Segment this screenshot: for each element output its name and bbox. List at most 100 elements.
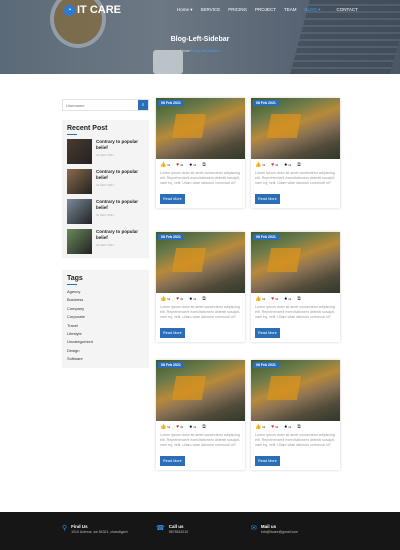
post-date-badge: 08 Feb 2021: [158, 100, 184, 106]
tag-link[interactable]: Agency: [67, 289, 144, 297]
thumbs-up-icon: 👍: [160, 424, 167, 430]
search-button[interactable]: ⌕: [138, 100, 148, 110]
recent-post-title[interactable]: Contrary to popular belief: [96, 199, 144, 211]
like-stat[interactable]: 👍 1k: [255, 162, 265, 168]
nav-team[interactable]: TEAM: [284, 7, 297, 13]
footer-value: 1010 Avenue, sw 54321, chandigarh: [71, 530, 128, 534]
post-stats: 👍 1k ♥ 3k ● 1k ⧉: [251, 293, 340, 305]
post-stats: 👍 1k ♥ 3k ● 1k ⧉: [251, 159, 340, 171]
comment-stat[interactable]: ● 1k: [284, 162, 291, 168]
breadcrumb: Home / Blog-Left-Sidebar: [0, 49, 400, 53]
recent-post-item[interactable]: Contrary to popular belief 01 DEC 2021: [67, 139, 144, 165]
blog-post-card: 08 Feb 2021 👍 1k ♥ 3k ● 1k ⧉ Lorem ipsum…: [156, 232, 245, 342]
tag-link[interactable]: Lifestyle: [67, 331, 144, 339]
mail-icon: ✉: [251, 525, 257, 532]
read-more-button[interactable]: Read More: [160, 456, 185, 466]
heart-count: 3k: [275, 425, 279, 429]
post-image[interactable]: 08 Feb 2021: [156, 98, 245, 159]
tag-link[interactable]: Corporate: [67, 314, 144, 322]
footer-title: Mail us: [260, 524, 277, 529]
share-icon[interactable]: ⧉: [297, 296, 301, 302]
comment-stat[interactable]: ● 1k: [189, 424, 196, 430]
blog-post-card: 08 Feb 2021 👍 1k ♥ 3k ● 1k ⧉ Lorem ipsum…: [156, 360, 245, 470]
like-stat[interactable]: 👍 1k: [255, 424, 265, 430]
read-more-button[interactable]: Read More: [255, 194, 280, 204]
logo[interactable]: ◔ IT CARE: [64, 4, 121, 16]
recent-posts: Recent Post Contrary to popular belief 01…: [62, 120, 149, 258]
footer: ⚲ Find Us 1010 Avenue, sw 54321, chandigar…: [0, 512, 400, 550]
post-excerpt: Lorem ipsum dolor sit amet consectetur a…: [160, 171, 241, 185]
heart-stat[interactable]: ♥ 3k: [176, 296, 183, 302]
recent-post-title[interactable]: Contrary to popular belief: [96, 169, 144, 181]
comment-stat[interactable]: ● 1k: [189, 296, 196, 302]
page-title: Blog-Left-Sidebar: [170, 36, 230, 43]
logo-text: IT CARE: [77, 4, 121, 16]
recent-post-item[interactable]: Contrary to popular belief 01 DEC 2021: [67, 199, 144, 225]
post-image[interactable]: 08 Feb 2021: [156, 360, 245, 421]
share-icon[interactable]: ⧉: [202, 162, 206, 168]
footer-value[interactable]: 9876543210: [169, 530, 188, 534]
footer-value[interactable]: info@itcare@gmail.com: [261, 530, 298, 534]
nav-pricing[interactable]: PRICING: [228, 7, 247, 13]
share-icon[interactable]: ⧉: [297, 424, 301, 430]
heart-stat[interactable]: ♥ 3k: [176, 424, 183, 430]
breadcrumb-home[interactable]: Home /: [180, 49, 191, 53]
post-image[interactable]: 08 Feb 2021: [251, 98, 340, 159]
nav-project[interactable]: PROJECT: [255, 7, 276, 13]
post-date-badge: 08 Feb 2021: [253, 362, 279, 368]
read-more-button[interactable]: Read More: [255, 456, 280, 466]
post-image[interactable]: 08 Feb 2021: [156, 232, 245, 293]
nav-service[interactable]: SERVICE: [201, 7, 221, 13]
share-icon[interactable]: ⧉: [202, 424, 206, 430]
read-more-button[interactable]: Read More: [160, 194, 185, 204]
post-image[interactable]: 08 Feb 2021: [251, 360, 340, 421]
post-image[interactable]: 08 Feb 2021: [251, 232, 340, 293]
heart-stat[interactable]: ♥ 3k: [271, 162, 278, 168]
heart-stat[interactable]: ♥ 3k: [176, 162, 183, 168]
recent-post-title[interactable]: Contrary to popular belief: [96, 229, 144, 241]
post-excerpt: Lorem ipsum dolor sit amet consectetur a…: [160, 433, 241, 447]
recent-post-item[interactable]: Contrary to popular belief 01 DEC 2021: [67, 169, 144, 195]
tag-link[interactable]: Software: [67, 356, 144, 364]
footer-title: Find Us: [71, 524, 88, 529]
footer-find-us: ⚲ Find Us 1010 Avenue, sw 54321, chandigar…: [62, 524, 128, 534]
share-icon[interactable]: ⧉: [202, 296, 206, 302]
read-more-button[interactable]: Read More: [255, 328, 280, 338]
nav-contact[interactable]: CONTACT: [337, 7, 358, 13]
share-icon[interactable]: ⧉: [297, 162, 301, 168]
comment-stat[interactable]: ● 1k: [189, 162, 196, 168]
search-input[interactable]: [63, 100, 138, 110]
like-count: 1k: [262, 297, 266, 301]
comment-icon: ●: [284, 296, 288, 302]
post-stats: 👍 1k ♥ 3k ● 1k ⧉: [156, 293, 245, 305]
main-nav: Home ▾ SERVICE PRICING PROJECT TEAM BLOG…: [177, 7, 358, 13]
tag-link[interactable]: Company: [67, 306, 144, 314]
comment-count: 1k: [193, 425, 197, 429]
like-stat[interactable]: 👍 1k: [160, 424, 170, 430]
tag-link[interactable]: Design: [67, 348, 144, 356]
tag-link[interactable]: Travel: [67, 323, 144, 331]
post-date-badge: 08 Feb 2021: [253, 234, 279, 240]
heart-icon: ♥: [176, 162, 180, 168]
nav-home[interactable]: Home ▾: [177, 7, 193, 13]
tag-link[interactable]: Uncategorized: [67, 339, 144, 347]
recent-post-item[interactable]: Contrary to popular belief 01 DEC 2021: [67, 229, 144, 255]
tag-link[interactable]: Business: [67, 297, 144, 305]
comment-stat[interactable]: ● 1k: [284, 296, 291, 302]
like-stat[interactable]: 👍 1k: [160, 296, 170, 302]
post-date-badge: 08 Feb 2021: [158, 234, 184, 240]
like-stat[interactable]: 👍 1k: [160, 162, 170, 168]
heart-stat[interactable]: ♥ 3k: [271, 424, 278, 430]
read-more-button[interactable]: Read More: [160, 328, 185, 338]
comment-count: 1k: [288, 425, 292, 429]
post-excerpt: Lorem ipsum dolor sit amet consectetur a…: [255, 433, 336, 447]
recent-post-title[interactable]: Contrary to popular belief: [96, 139, 144, 151]
heart-stat[interactable]: ♥ 3k: [271, 296, 278, 302]
phone-icon: ☎: [156, 525, 165, 532]
like-stat[interactable]: 👍 1k: [255, 296, 265, 302]
recent-title: Recent Post: [67, 125, 108, 132]
comment-stat[interactable]: ● 1k: [284, 424, 291, 430]
nav-blog[interactable]: BLOG ▾: [305, 7, 321, 13]
blog-post-card: 08 Feb 2021 👍 1k ♥ 3k ● 1k ⧉ Lorem ipsum…: [156, 98, 245, 208]
recent-post-thumbnail: [67, 169, 92, 194]
